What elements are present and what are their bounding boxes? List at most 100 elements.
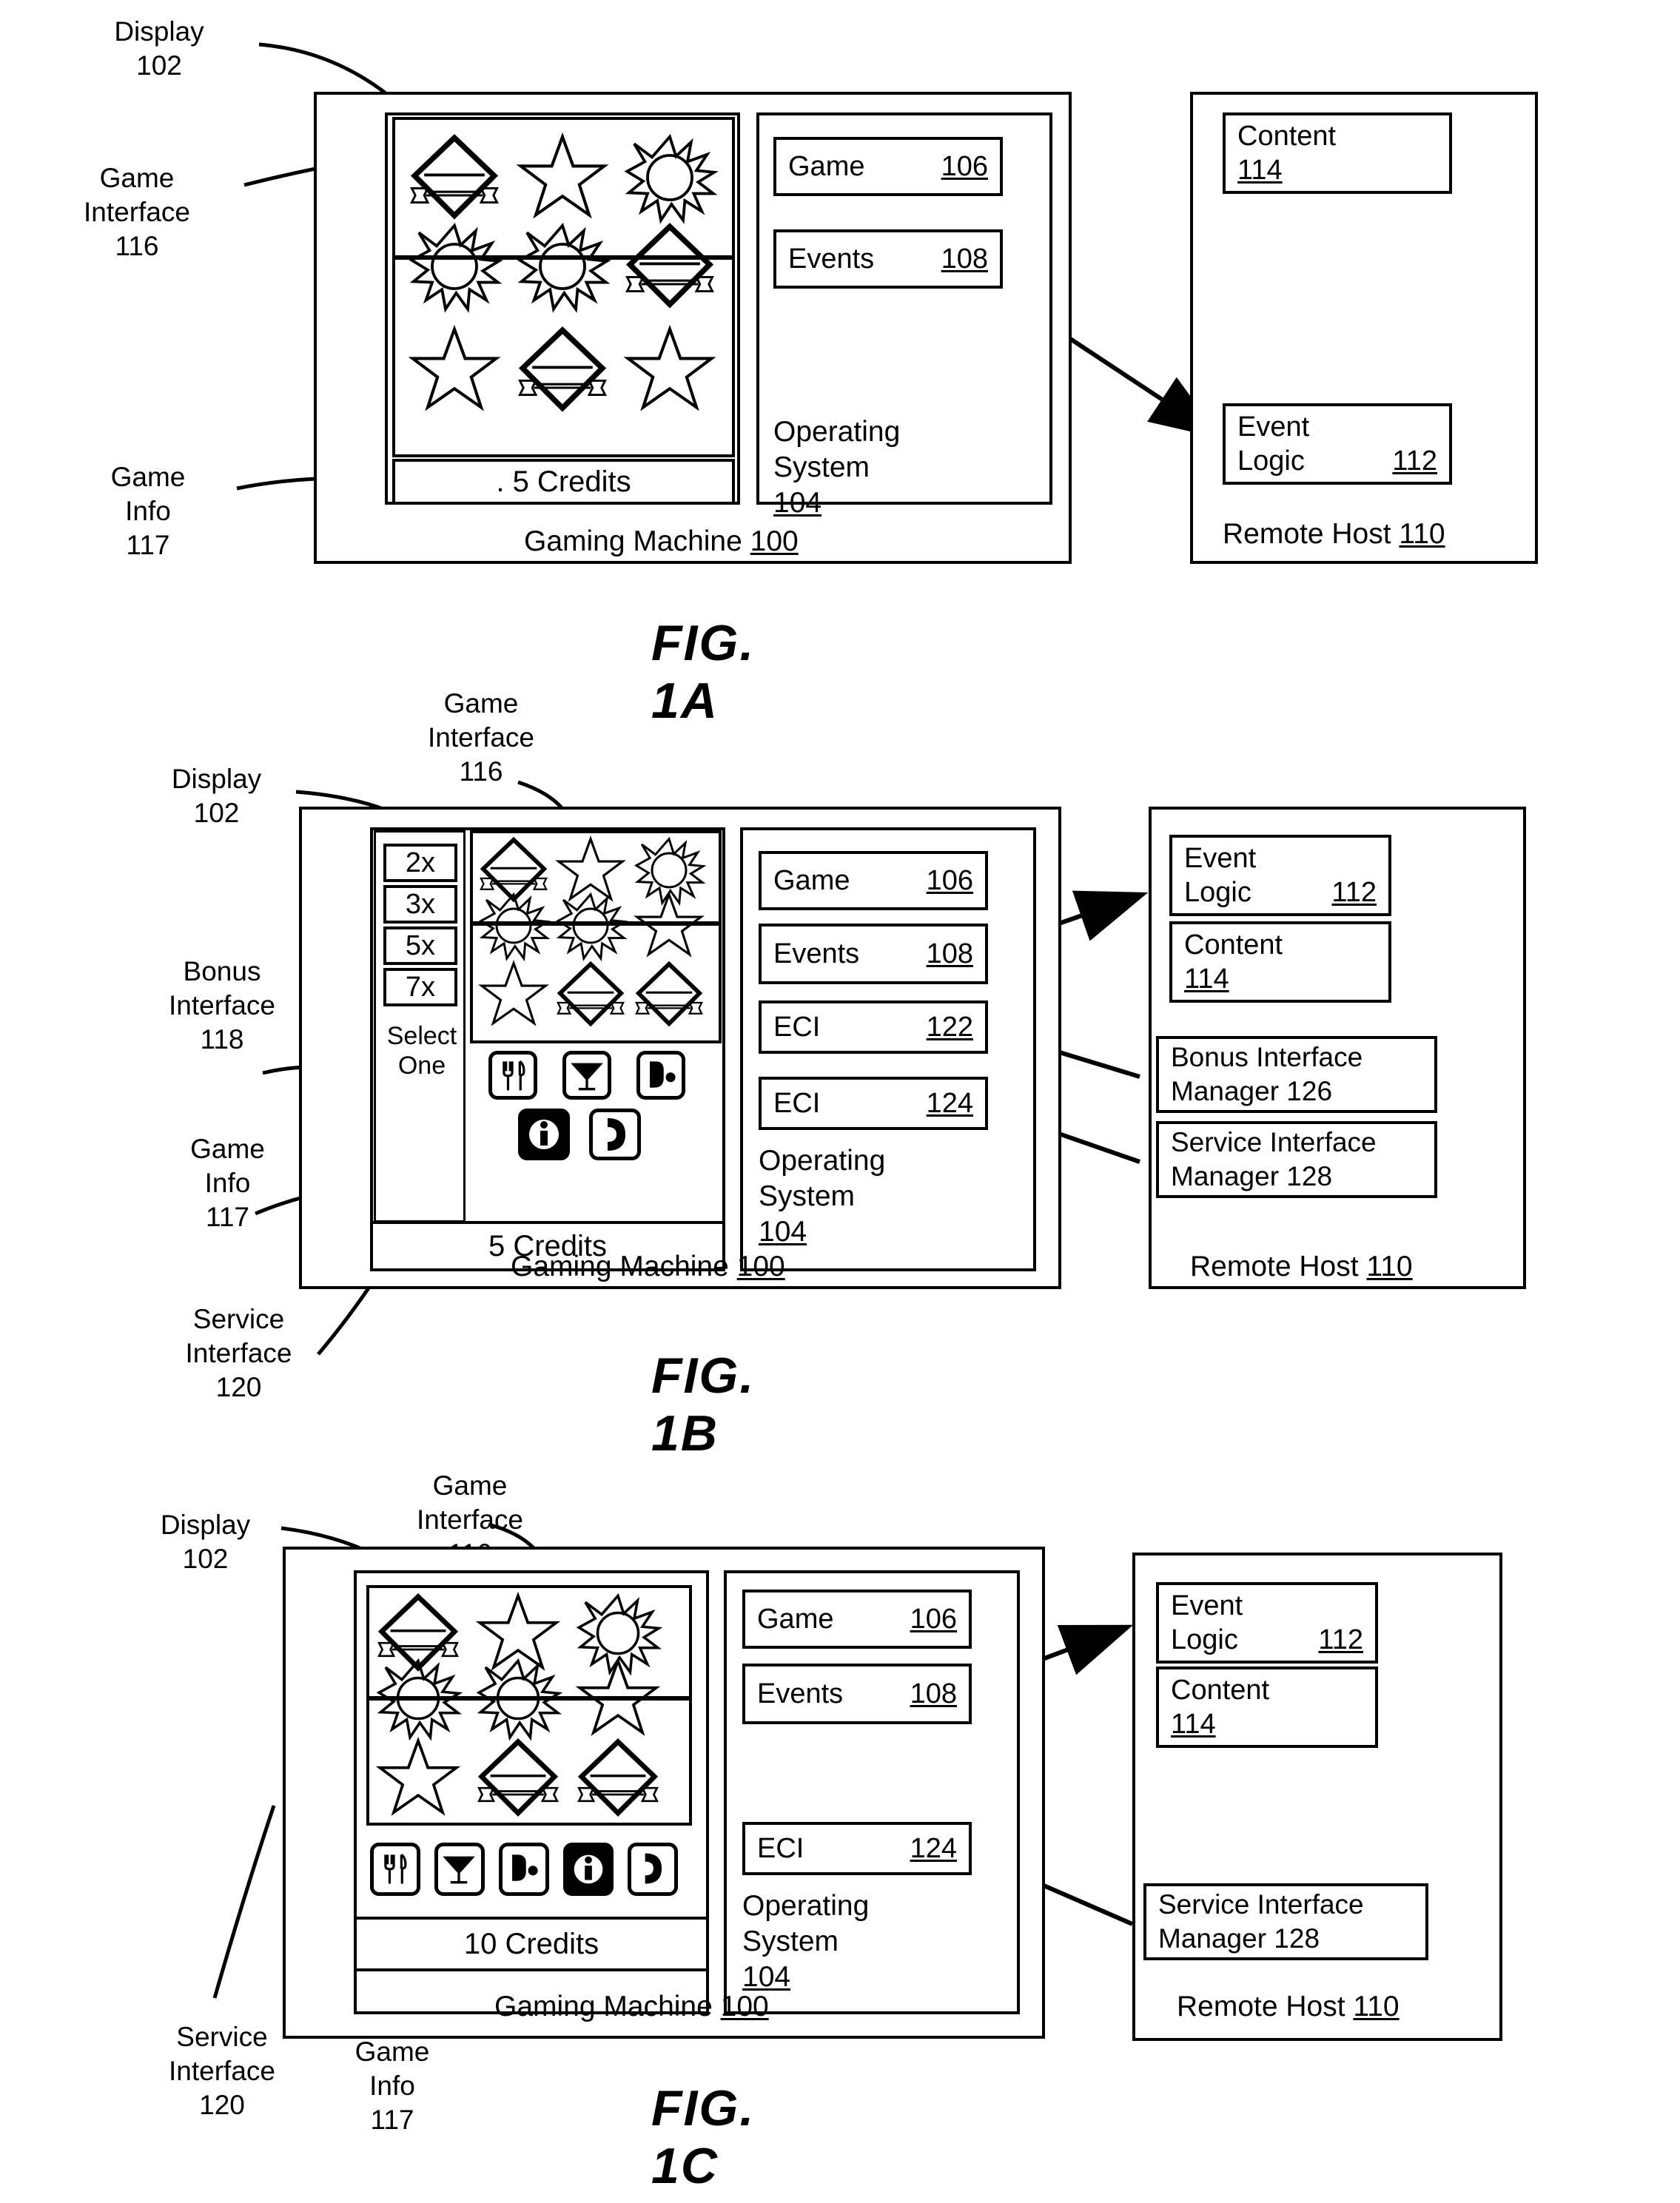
callout-display-1a: Display 102 <box>114 16 204 81</box>
module-label: Game <box>773 864 850 896</box>
module-label: Service Interface <box>1171 1127 1377 1157</box>
service-button-fork-knife-1b[interactable] <box>488 1051 537 1100</box>
service-button-room-service-1b[interactable] <box>636 1051 685 1100</box>
operating-system-caption-1b: Operating System 104 <box>759 1145 886 1248</box>
operating-system-number-1a: 104 <box>773 487 822 519</box>
reel-symbol-diamond <box>477 1738 559 1819</box>
module-number: 124 <box>926 1087 973 1119</box>
callout-bonus-interface-1b: Bonus Interface 118 <box>169 956 275 1055</box>
reel-symbol-star <box>578 1659 658 1735</box>
service-button-phone-1b[interactable] <box>589 1109 641 1160</box>
bonus-multiplier-3x[interactable]: 3x <box>383 885 457 924</box>
reel-symbol-star <box>480 962 547 1025</box>
martini-icon <box>443 1856 475 1884</box>
module-number: 112 <box>1318 1624 1363 1655</box>
bonus-multiplier-2x[interactable]: 2x <box>383 844 457 882</box>
service-button-room-service-1c[interactable] <box>499 1843 549 1896</box>
module-label: Event <box>1184 843 1257 874</box>
gaming-machine-caption-1a: Gaming Machine 100 <box>524 525 799 557</box>
module-label: Events <box>757 1678 844 1709</box>
callout-game-info-1b: Game Info 117 <box>190 1134 265 1232</box>
reel-symbol-sun <box>377 1659 460 1739</box>
remote-host-caption-1b: Remote Host 110 <box>1190 1251 1413 1282</box>
bonus-select-one-label-1b: Select One <box>386 1022 457 1080</box>
module-event-logic-1a: Event Logic 112 <box>1223 403 1452 485</box>
callout-game-info-1c: Game Info 117 <box>355 2036 430 2135</box>
service-button-info-1c[interactable] <box>563 1843 614 1896</box>
module-number: 112 <box>1392 445 1437 477</box>
module-game-1c: Game 106 <box>742 1590 972 1649</box>
reel-symbol-sun <box>410 223 500 311</box>
module-label-2: Logic <box>1237 445 1305 477</box>
gaming-machine-caption-1c: Gaming Machine 100 <box>494 1991 769 2022</box>
module-number: 122 <box>926 1011 973 1043</box>
info-icon <box>574 1854 603 1884</box>
module-label: Game <box>788 150 865 182</box>
reel-symbol-diamond <box>577 1738 659 1819</box>
reel-symbol-diamond <box>557 961 625 1029</box>
reel-symbol-star <box>378 1739 458 1814</box>
gaming-machine-caption-1b: Gaming Machine 100 <box>511 1251 785 1282</box>
module-bonus-interface-manager-1b: Bonus Interface Manager 126 <box>1156 1036 1437 1113</box>
figure-name-1b: FIG. 1B <box>651 1348 756 1462</box>
service-button-info-1b[interactable] <box>518 1109 570 1160</box>
operating-system-number-1b: 104 <box>759 1216 807 1248</box>
fork-knife-icon <box>384 1854 407 1884</box>
module-label: Events <box>773 938 860 969</box>
phone-icon <box>608 1118 625 1151</box>
bonus-multiplier-7x[interactable]: 7x <box>383 968 457 1006</box>
module-event-logic-1b: Event Logic 112 <box>1169 835 1391 916</box>
module-label-2: Manager 126 <box>1171 1076 1333 1106</box>
gaming-machine-number-1a: 100 <box>750 525 799 557</box>
module-number: 114 <box>1184 963 1229 995</box>
gaming-machine-number-1b: 100 <box>736 1251 785 1282</box>
module-label: Content <box>1237 121 1337 152</box>
remote-host-number-1a: 110 <box>1399 518 1445 550</box>
module-label: Event <box>1237 411 1310 443</box>
module-service-interface-manager-1b: Service Interface Manager 128 <box>1156 1121 1437 1198</box>
module-number: 108 <box>910 1678 957 1709</box>
module-events-1a: Events 108 <box>773 229 1003 289</box>
service-button-martini-1c[interactable] <box>434 1843 485 1896</box>
reel-symbol-diamond <box>635 961 703 1029</box>
bonus-multiplier-5x[interactable]: 5x <box>383 926 457 965</box>
reel-symbol-diamond <box>518 326 607 414</box>
callout-display-1b: Display 102 <box>171 764 262 828</box>
module-number: 106 <box>910 1603 957 1635</box>
module-number: 114 <box>1237 155 1283 186</box>
figure-name-1a: FIG. 1A <box>651 615 756 729</box>
module-number: 108 <box>941 243 988 275</box>
module-eci-124-1b: ECI 124 <box>759 1077 988 1130</box>
module-events-1b: Events 108 <box>759 924 988 984</box>
module-label-2: Manager 128 <box>1171 1161 1333 1191</box>
reel-symbol-star <box>636 893 702 956</box>
module-game-1b: Game 106 <box>759 851 988 910</box>
game-info-credits-1a: . 5 Credits <box>392 459 735 505</box>
remote-host-number-1b: 110 <box>1366 1251 1413 1282</box>
module-number: 106 <box>941 150 988 182</box>
module-content-1a: Content 114 <box>1223 112 1452 194</box>
remote-host-number-1c: 110 <box>1353 1991 1400 2022</box>
module-label: Content <box>1171 1675 1270 1706</box>
operating-system-caption-1a: Operating System 104 <box>773 416 901 519</box>
module-label: Game <box>757 1603 834 1635</box>
module-event-logic-1c: Event Logic 112 <box>1156 1582 1378 1664</box>
martini-icon <box>571 1063 603 1091</box>
operating-system-number-1c: 104 <box>742 1961 791 1993</box>
room-service-icon <box>512 1854 538 1881</box>
callout-game-interface-1a: Game Interface 116 <box>84 163 190 261</box>
reel-symbol-sun <box>518 223 608 311</box>
service-button-martini-1b[interactable] <box>562 1051 611 1100</box>
module-service-interface-manager-1c: Service Interface Manager 128 <box>1143 1883 1428 1960</box>
module-eci-124-1c: ECI 124 <box>742 1822 972 1875</box>
module-label-2: Manager 128 <box>1158 1923 1320 1954</box>
module-label: Bonus Interface <box>1171 1042 1363 1072</box>
remote-host-caption-1a: Remote Host 110 <box>1223 518 1445 550</box>
phone-icon <box>645 1853 662 1884</box>
module-events-1c: Events 108 <box>742 1664 972 1724</box>
module-label: Events <box>788 243 875 275</box>
reel-symbol-sun <box>557 893 626 960</box>
service-button-fork-knife-1c[interactable] <box>370 1843 420 1896</box>
module-number: 106 <box>926 864 973 896</box>
service-button-phone-1c[interactable] <box>628 1843 678 1896</box>
